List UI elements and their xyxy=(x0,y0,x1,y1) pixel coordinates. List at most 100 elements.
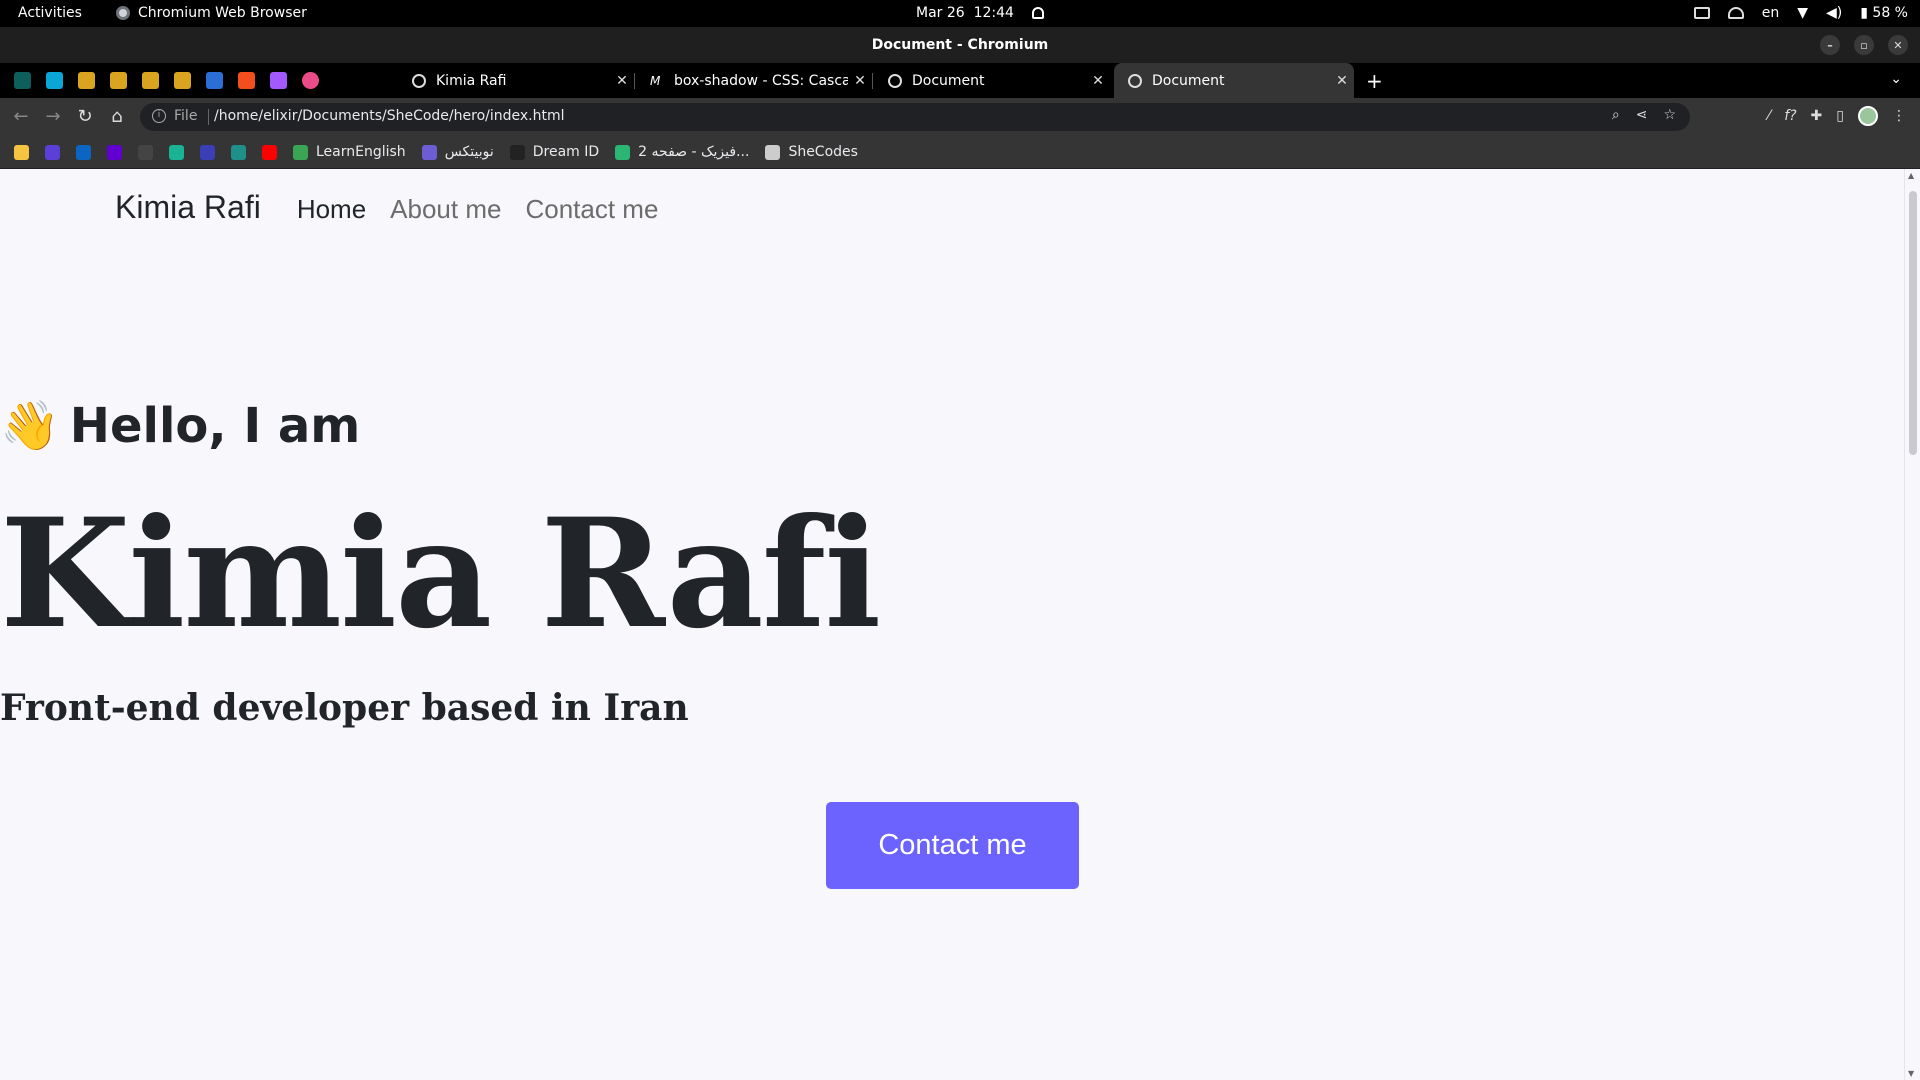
back-button[interactable]: ← xyxy=(10,106,32,127)
hero-name: Kimia Rafi xyxy=(0,486,881,662)
tab-document[interactable]: Document ✕ xyxy=(874,63,1110,98)
nav-contact[interactable]: Contact me xyxy=(525,194,658,225)
language-indicator[interactable]: en xyxy=(1762,5,1780,21)
scrollbar-thumb[interactable] xyxy=(1909,191,1917,455)
scroll-up-arrow-icon[interactable]: ▲ xyxy=(1908,171,1914,180)
forward-button[interactable]: → xyxy=(42,106,64,127)
battery-indicator: ▮ 58 % xyxy=(1860,5,1908,21)
page-scrollbar[interactable]: ▲ ▼ xyxy=(1904,169,1920,1080)
hero-subtitle: Front-end developer based in Iran xyxy=(0,687,689,729)
pinned-tab-icon[interactable] xyxy=(142,72,159,89)
yahoo-icon xyxy=(107,144,122,160)
profile-avatar[interactable] xyxy=(1858,106,1878,126)
formula-extension-icon[interactable]: f? xyxy=(1784,108,1796,124)
pinned-tab-icon[interactable] xyxy=(78,72,95,89)
close-tab-icon[interactable]: ✕ xyxy=(1086,73,1110,89)
figma-icon[interactable] xyxy=(270,72,287,89)
dribbble-icon[interactable] xyxy=(302,72,319,89)
bookmark-item[interactable] xyxy=(231,144,246,160)
volume-icon: ◀) xyxy=(1826,5,1843,21)
cloud-icon xyxy=(1727,7,1744,19)
pinned-tab-icon[interactable] xyxy=(46,72,63,89)
bookmark-label: LearnEnglish xyxy=(316,144,406,160)
bookmark-star-icon[interactable]: ☆ xyxy=(1663,107,1676,123)
tab-strip: Kimia Rafi ✕ M box-shadow - CSS: Cascad … xyxy=(0,63,1920,98)
nav-about[interactable]: About me xyxy=(390,194,501,225)
close-window-button[interactable]: ✕ xyxy=(1888,35,1908,55)
zoom-icon[interactable]: ⌕ xyxy=(1612,107,1620,123)
new-tab-button[interactable]: + xyxy=(1366,69,1383,93)
folder-icon xyxy=(765,144,781,160)
mdn-icon: M xyxy=(650,73,661,88)
app-menu[interactable]: Chromium Web Browser xyxy=(116,5,307,21)
youtube-icon xyxy=(262,144,277,160)
scroll-down-arrow-icon[interactable]: ▼ xyxy=(1908,1069,1914,1078)
github-icon xyxy=(138,144,153,160)
pinned-tab-icon[interactable] xyxy=(14,72,31,89)
figma-icon[interactable] xyxy=(238,72,255,89)
menu-kebab-icon[interactable]: ⋮ xyxy=(1892,108,1906,124)
notification-bell-icon xyxy=(1031,7,1044,19)
flag-icon[interactable] xyxy=(206,72,223,89)
system-tray[interactable]: en ▼ ◀) ▮ 58 % xyxy=(1693,5,1908,21)
bookmark-item[interactable] xyxy=(262,144,277,160)
pinned-tab-icon[interactable] xyxy=(174,72,191,89)
bookmarks-bar: LearnEnglish نوبیتکس Dream ID فیزیک - صفحه … xyxy=(0,136,1920,169)
side-panel-icon[interactable]: ▯ xyxy=(1836,108,1844,124)
bookmark-label: نوبیتکس xyxy=(444,144,494,160)
bookmark-item[interactable] xyxy=(107,144,122,160)
globe-icon xyxy=(888,73,902,88)
web-page: Kimia Rafi Home About me Contact me 👋 Hel… xyxy=(0,169,1904,1080)
nav-home[interactable]: Home xyxy=(297,194,366,225)
close-tab-icon[interactable]: ✕ xyxy=(1330,73,1354,89)
bookmark-item[interactable]: فیزیک - صفحه 2... xyxy=(615,144,749,160)
close-tab-icon[interactable]: ✕ xyxy=(848,73,872,89)
tab-document-active[interactable]: Document ✕ xyxy=(1114,63,1354,98)
bookmark-item[interactable]: SheCodes xyxy=(765,144,858,160)
url-text[interactable]: /home/elixir/Documents/SheCode/hero/inde… xyxy=(214,108,565,124)
bookmark-item[interactable] xyxy=(45,144,60,160)
bookmark-item[interactable] xyxy=(76,144,91,160)
tab-kimia-rafi[interactable]: Kimia Rafi ✕ xyxy=(398,63,635,98)
screen-icon xyxy=(1693,7,1710,19)
tab-box-shadow[interactable]: M box-shadow - CSS: Cascad ✕ xyxy=(636,63,873,98)
diamond-icon xyxy=(169,144,184,160)
bookmark-item[interactable]: Dream ID xyxy=(509,144,599,160)
app-name: Chromium Web Browser xyxy=(138,5,307,21)
close-tab-icon[interactable]: ✕ xyxy=(610,73,634,89)
pinned-tab-icon[interactable] xyxy=(110,72,127,89)
contact-me-button[interactable]: Contact me xyxy=(826,802,1079,889)
nobitex-icon xyxy=(421,144,437,160)
reload-button[interactable]: ↻ xyxy=(74,106,96,127)
activities-button[interactable]: Activities xyxy=(18,5,82,21)
site-navbar: Kimia Rafi Home About me Contact me xyxy=(115,189,682,226)
bookmark-item[interactable]: نوبیتکس xyxy=(421,144,494,160)
bookmark-icon xyxy=(200,144,215,160)
globe-icon xyxy=(1128,73,1142,88)
bookmark-label: SheCodes xyxy=(788,144,858,160)
share-icon[interactable]: ⋖ xyxy=(1636,107,1648,123)
bookmark-item[interactable] xyxy=(169,144,184,160)
tab-search-chevron-icon[interactable]: ⌄ xyxy=(1890,71,1902,87)
maximize-button[interactable]: ▫ xyxy=(1854,35,1874,55)
bookmark-item[interactable] xyxy=(138,144,153,160)
learnenglish-icon xyxy=(293,144,308,160)
extension-icon[interactable]: ⁄ xyxy=(1768,108,1770,124)
address-bar[interactable]: i File /home/elixir/Documents/SheCode/he… xyxy=(140,103,1690,131)
info-icon[interactable]: i xyxy=(152,109,166,123)
clock[interactable]: Mar 26 12:44 xyxy=(916,5,1044,21)
clock-date-time: Mar 26 12:44 xyxy=(916,5,1014,21)
extensions-puzzle-icon[interactable]: ✚ xyxy=(1811,108,1823,124)
bookmark-item[interactable] xyxy=(200,144,215,160)
bookmark-icon xyxy=(45,144,60,160)
linkedin-icon xyxy=(76,144,91,160)
minimize-button[interactable]: – xyxy=(1820,35,1840,55)
bookmark-item[interactable] xyxy=(14,144,29,160)
site-brand[interactable]: Kimia Rafi xyxy=(115,189,261,226)
url-scheme: File xyxy=(174,108,198,124)
greeting-text: Hello, I am xyxy=(69,398,361,454)
physics-icon xyxy=(615,144,631,160)
home-button[interactable]: ⌂ xyxy=(106,106,128,127)
waving-hand-icon: 👋 xyxy=(0,398,60,454)
bookmark-item[interactable]: LearnEnglish xyxy=(293,144,406,160)
